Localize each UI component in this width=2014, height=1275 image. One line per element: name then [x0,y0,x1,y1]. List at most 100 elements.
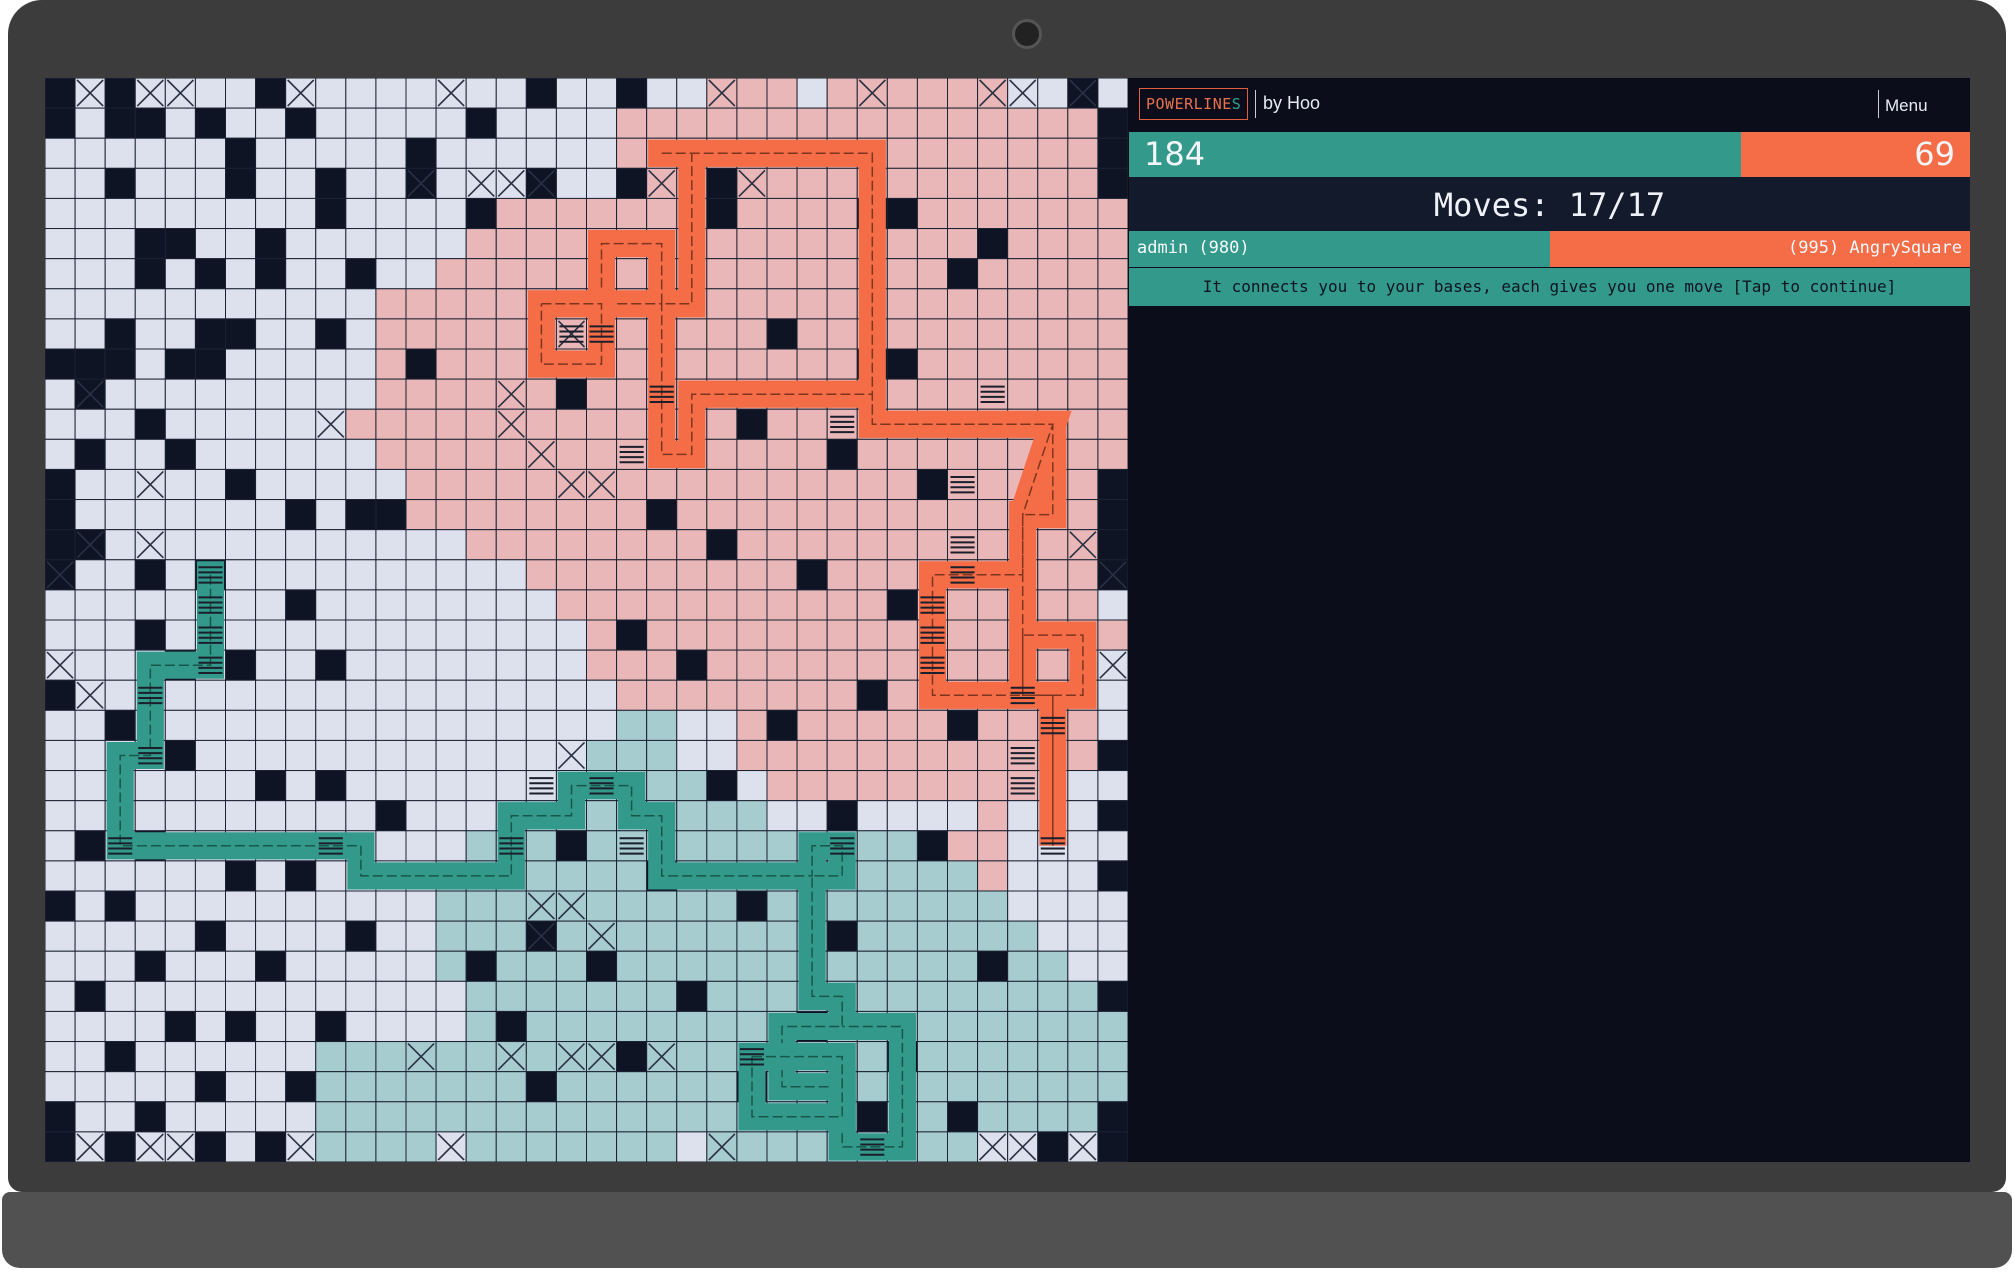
board-cell[interactable] [525,137,557,169]
board-cell[interactable] [255,288,287,320]
green-cell[interactable] [766,830,798,862]
orange-cell[interactable] [435,438,467,470]
orange-cell[interactable] [916,228,948,260]
green-cell[interactable] [977,980,1009,1012]
green-cell[interactable] [856,1071,888,1103]
green-cell[interactable] [766,920,798,952]
board-cell[interactable] [74,739,106,772]
board-cell[interactable] [255,499,287,531]
board-cell[interactable] [255,1101,287,1133]
orange-cell[interactable] [1007,378,1039,410]
board-cell[interactable] [104,468,136,501]
board-cell[interactable] [255,920,287,952]
green-cell[interactable] [345,1041,377,1073]
orange-cell[interactable] [886,619,918,651]
orange-cell[interactable] [375,288,407,320]
orange-cell[interactable] [766,529,798,561]
green-cell[interactable] [586,800,618,832]
orange-cell[interactable] [706,258,738,290]
orange-cell[interactable] [1097,258,1128,290]
orange-cell[interactable] [977,468,1009,501]
green-cell[interactable] [586,1010,618,1043]
board-cell[interactable] [255,679,287,711]
orange-cell[interactable] [886,378,918,410]
board-cell[interactable] [45,228,76,260]
board-cell[interactable] [525,619,557,651]
orange-cell[interactable] [555,408,588,440]
orange-cell[interactable] [736,468,768,501]
board-cell[interactable] [435,137,467,169]
orange-cell[interactable] [706,228,738,260]
orange-cell[interactable] [465,258,497,290]
green-cell[interactable] [676,920,708,952]
board-cell[interactable] [435,739,467,772]
board-cell[interactable] [465,589,497,621]
board-cell[interactable] [405,589,437,621]
orange-cell[interactable] [886,288,918,320]
board-cell[interactable] [74,589,106,621]
board-cell[interactable] [164,258,196,290]
green-cell[interactable] [886,890,918,922]
board-cell[interactable] [225,1131,257,1162]
board-cell[interactable] [315,378,347,410]
board-cell[interactable] [646,78,678,109]
orange-cell[interactable] [435,258,467,290]
green-cell[interactable] [315,1041,347,1073]
board-cell[interactable] [495,739,527,772]
orange-cell[interactable] [826,288,858,320]
orange-cell[interactable] [766,288,798,320]
orange-cell[interactable] [886,529,918,561]
app-logo[interactable]: POWERLINES [1139,88,1249,120]
orange-cell[interactable] [856,468,888,501]
orange-cell[interactable] [796,408,828,440]
board-cell[interactable] [1037,890,1069,922]
board-cell[interactable] [74,167,106,199]
orange-cell[interactable] [1037,197,1069,230]
green-cell[interactable] [947,920,979,952]
board-cell[interactable] [525,679,557,711]
board-cell[interactable] [285,438,317,470]
board-cell[interactable] [45,980,76,1012]
green-cell[interactable] [435,1041,467,1073]
orange-cell[interactable] [826,78,858,109]
board-cell[interactable] [1067,860,1099,892]
orange-cell[interactable] [736,649,768,681]
board-cell[interactable] [525,107,557,139]
board-cell[interactable] [164,800,196,832]
green-cell[interactable] [916,920,948,952]
green-cell[interactable] [856,830,888,862]
orange-cell[interactable] [586,589,618,621]
green-cell[interactable] [676,1101,708,1133]
green-cell[interactable] [1007,950,1039,982]
board-cell[interactable] [495,589,527,621]
green-cell[interactable] [555,980,588,1012]
green-cell[interactable] [495,1071,527,1103]
green-cell[interactable] [495,1101,527,1133]
board-cell[interactable] [164,619,196,651]
green-cell[interactable] [435,1101,467,1133]
board-cell[interactable] [465,709,497,741]
board-cell[interactable] [405,890,437,922]
board-cell[interactable] [164,1101,196,1133]
orange-cell[interactable] [525,258,557,290]
orange-cell[interactable] [916,348,948,380]
orange-cell[interactable] [1097,438,1128,470]
board-cell[interactable] [74,860,106,892]
board-cell[interactable] [225,78,257,109]
board-cell[interactable] [435,679,467,711]
board-cell[interactable] [315,709,347,741]
board-cell[interactable] [104,1101,136,1133]
board-cell[interactable] [164,1041,196,1073]
board-cell[interactable] [495,559,527,591]
board-cell[interactable] [45,589,76,621]
board-cell[interactable] [255,408,287,440]
orange-cell[interactable] [736,318,768,350]
orange-cell[interactable] [826,739,858,772]
orange-cell[interactable] [646,107,678,139]
board-cell[interactable] [676,739,708,772]
green-cell[interactable] [947,980,979,1012]
orange-cell[interactable] [826,408,858,440]
board-cell[interactable] [676,1131,708,1162]
orange-cell[interactable] [1007,318,1039,350]
board-cell[interactable] [1067,800,1099,832]
